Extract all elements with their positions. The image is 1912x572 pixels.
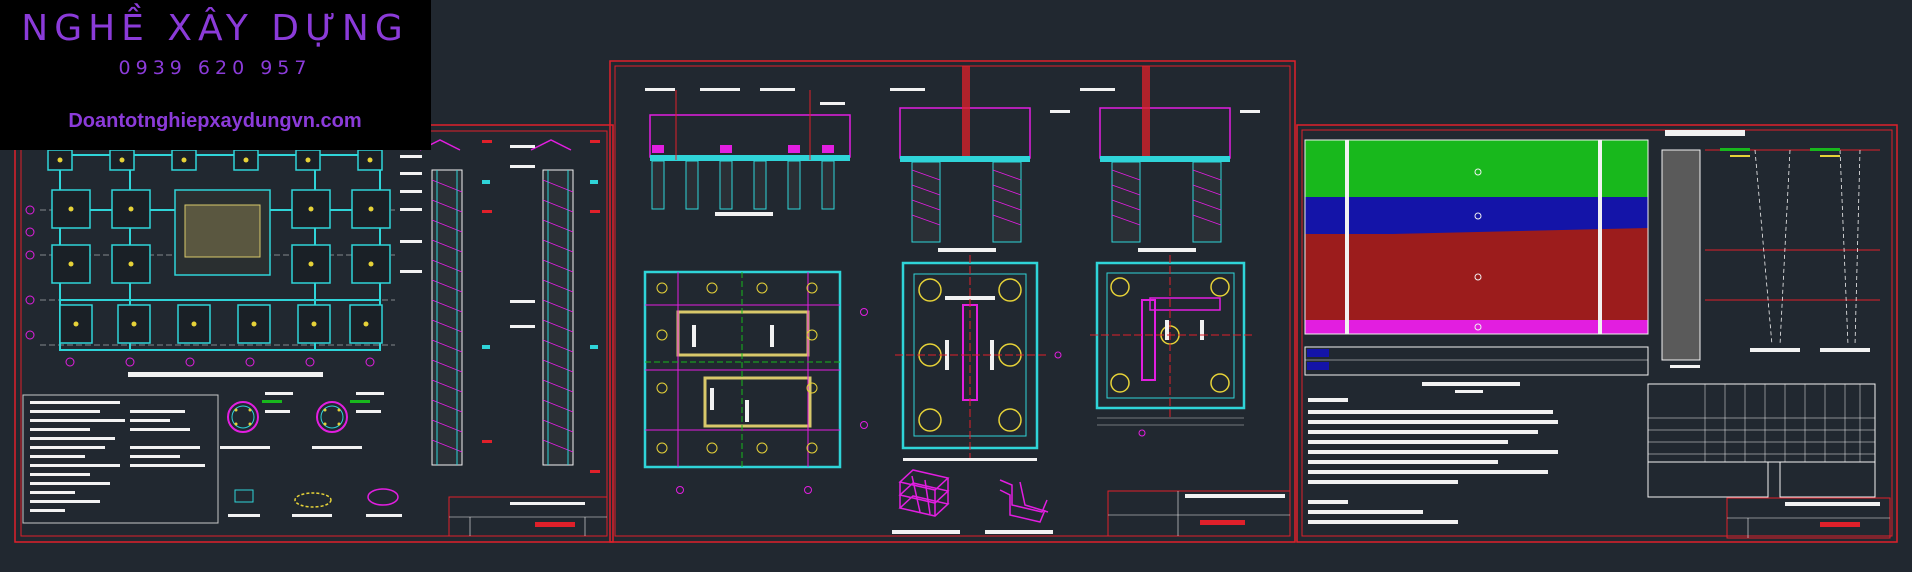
watermark-logo-panel: NGHỀ XÂY DỰNG 0939 620 957 Doantotnghiep…: [0, 0, 431, 150]
soil-profile-sheet: [1296, 124, 1898, 543]
title-block: [1107, 490, 1291, 537]
borehole-logs: [1661, 130, 1880, 368]
brand-title: NGHỀ XÂY DỰNG: [21, 8, 409, 49]
soil-profile-section: [1304, 139, 1649, 393]
sheet-frame-outer: [609, 60, 1296, 543]
title-block: [448, 496, 608, 537]
soil-properties-table: [1647, 383, 1876, 498]
foundation-plan-sheet: [14, 124, 614, 543]
pile-section-view: [400, 139, 600, 473]
pile-cap-detail-sheet: [609, 60, 1296, 543]
general-notes-block: [22, 394, 219, 524]
pile-cross-section-details: [220, 392, 402, 517]
title-block: [1726, 497, 1891, 539]
sheet-frame-inner: [614, 65, 1291, 537]
pile-cap-plan-views: [643, 255, 1252, 494]
pile-cap-section-views: [645, 66, 1260, 252]
brand-website-link[interactable]: Doantotnghiepxaydungvn.com: [10, 110, 420, 133]
design-notes-block: [1308, 398, 1558, 524]
rebar-cage-isometric: [892, 469, 1053, 534]
foundation-plan-view: [25, 149, 395, 377]
brand-phone: 0939 620 957: [118, 57, 312, 79]
